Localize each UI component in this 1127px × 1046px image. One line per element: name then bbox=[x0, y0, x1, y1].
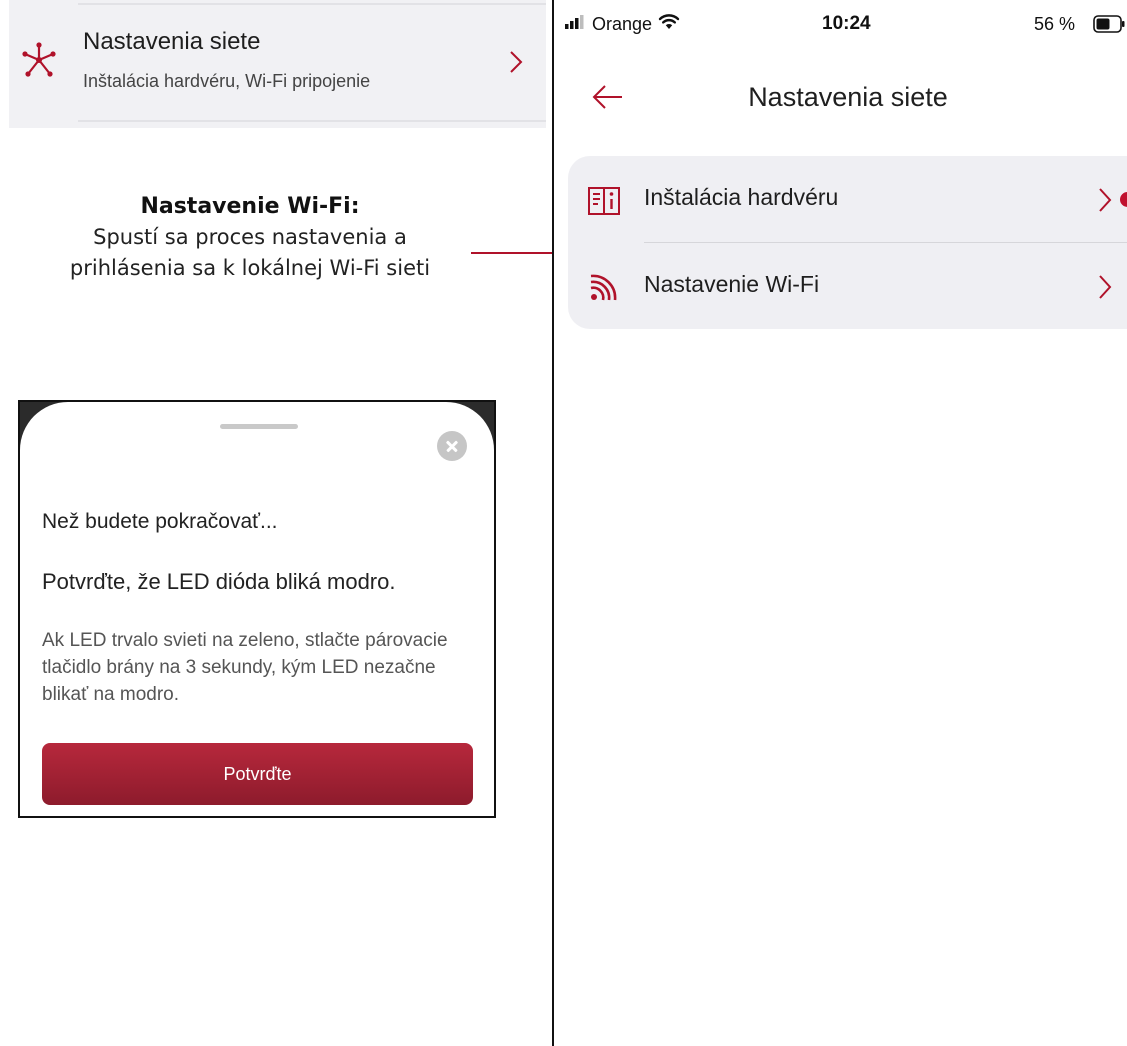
battery-percentage: 56 % bbox=[1034, 14, 1076, 34]
chevron-right-icon bbox=[1099, 275, 1112, 299]
page-title: Nastavenia siete bbox=[748, 82, 948, 112]
carrier-name: Orange bbox=[592, 14, 653, 34]
callout-dot bbox=[1120, 192, 1127, 207]
list-item-wifi-setup[interactable]: Nastavenie Wi-Fi bbox=[568, 243, 1127, 329]
clock: 10:24 bbox=[822, 13, 871, 34]
sheet-screenshot: Než budete pokračovať... Potvrďte, že LE… bbox=[18, 400, 496, 818]
divider bbox=[78, 120, 546, 122]
sheet-heading: Než budete pokračovať... bbox=[42, 510, 278, 533]
row-title: Nastavenia siete bbox=[83, 28, 261, 55]
manual-info-icon bbox=[588, 187, 620, 215]
phone-screen: Orange 10:24 56 % Nastavenia siete Inšta… bbox=[552, 0, 1127, 1046]
battery-icon bbox=[1093, 15, 1125, 33]
annotation-title: Nastavenie Wi-Fi: bbox=[140, 194, 360, 219]
annotation-text: Spustí sa proces nastavenia a prihláseni… bbox=[69, 225, 431, 280]
chevron-right-icon bbox=[1099, 188, 1112, 212]
sheet-help-text: Ak LED trvalo svieti na zeleno, stlačte … bbox=[42, 630, 448, 705]
close-icon[interactable] bbox=[437, 431, 467, 461]
signal-icon bbox=[565, 15, 584, 29]
wifi-signal-icon bbox=[590, 274, 617, 301]
list-item-label: Nastavenie Wi-Fi bbox=[644, 271, 820, 297]
list-item-hardware-installation[interactable]: Inštalácia hardvéru bbox=[568, 156, 1127, 242]
divider bbox=[78, 3, 546, 5]
sheet-confirm-text: Potvrďte, že LED dióda bliká modro. bbox=[42, 569, 396, 594]
chevron-right-icon bbox=[510, 51, 523, 73]
network-icon bbox=[22, 42, 56, 77]
navigation-bar: Nastavenia siete bbox=[554, 60, 1127, 130]
sheet-drag-handle[interactable] bbox=[220, 424, 298, 429]
row-subtitle: Inštalácia hardvéru, Wi-Fi pripojenie bbox=[83, 71, 371, 91]
wifi-annotation: Nastavenie Wi-Fi: Spustí sa proces nasta… bbox=[40, 192, 460, 284]
bottom-sheet: Než budete pokračovať... Potvrďte, že LE… bbox=[20, 402, 494, 816]
wifi-icon bbox=[658, 14, 680, 29]
status-bar: Orange 10:24 56 % bbox=[554, 0, 1127, 50]
settings-list: Inštalácia hardvéru Nastavenie Wi-Fi bbox=[568, 156, 1127, 329]
network-settings-row[interactable]: Nastavenia siete Inštalácia hardvéru, Wi… bbox=[9, 0, 546, 128]
list-item-label: Inštalácia hardvéru bbox=[644, 184, 839, 210]
confirm-button[interactable]: Potvrďte bbox=[42, 743, 473, 805]
